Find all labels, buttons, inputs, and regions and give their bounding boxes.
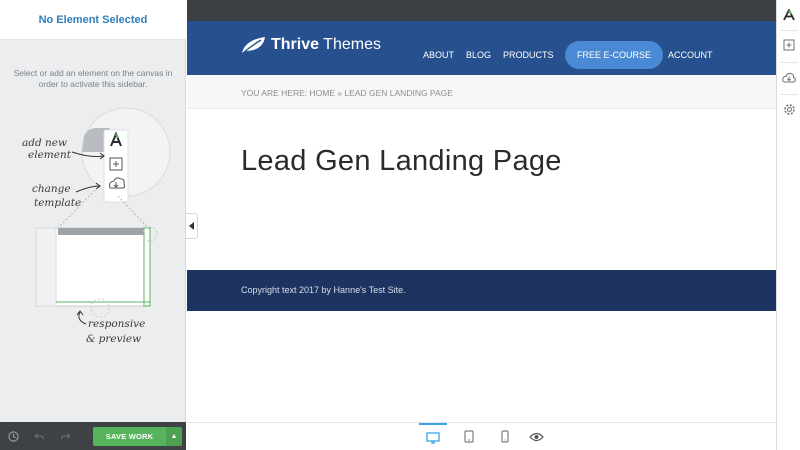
onboarding-illustration: add new element change template responsi… — [22, 107, 171, 345]
save-options-chevron-up-icon[interactable]: ▲ — [166, 427, 182, 446]
annotation-add-new: add new — [22, 137, 67, 149]
annotation-element: element — [28, 149, 72, 161]
tablet-view-button[interactable] — [455, 423, 483, 450]
preview-button[interactable] — [522, 423, 550, 450]
annotation-template: template — [34, 197, 81, 209]
undo-icon[interactable] — [26, 422, 52, 450]
nav-item-about[interactable]: ABOUT — [423, 50, 454, 60]
mobile-view-button[interactable] — [491, 423, 519, 450]
cloud-template-icon — [782, 72, 796, 82]
add-element-button[interactable] — [777, 32, 800, 58]
site-logo[interactable]: Thrive Themes — [241, 36, 381, 54]
desktop-icon — [426, 431, 440, 444]
redo-icon[interactable] — [52, 422, 78, 450]
editor-canvas[interactable]: Thrive Themes ABOUT BLOG PRODUCTS FREE E… — [187, 0, 776, 450]
nav-item-account[interactable]: ACCOUNT — [668, 50, 713, 60]
sidebar-header: No Element Selected — [0, 0, 186, 40]
mobile-icon — [501, 430, 509, 443]
save-work-button[interactable]: SAVE WORK — [93, 427, 166, 446]
thrive-architect-menu[interactable] — [777, 2, 800, 28]
thrive-architect-editor: No Element Selected Select or add an ele… — [0, 0, 800, 450]
cloud-templates-button[interactable] — [777, 64, 800, 90]
page-title[interactable]: Lead Gen Landing Page — [241, 145, 562, 178]
tablet-icon — [464, 430, 474, 443]
responsive-preview-bar — [187, 422, 776, 450]
editor-sidebar: No Element Selected Select or add an ele… — [0, 0, 186, 450]
free-ecourse-button[interactable]: FREE E-COURSE — [565, 41, 663, 69]
site-header[interactable]: Thrive Themes ABOUT BLOG PRODUCTS FREE E… — [187, 21, 776, 75]
desktop-view-button[interactable] — [419, 423, 447, 450]
breadcrumb-bar: YOU ARE HERE: HOME » LEAD GEN LANDING PA… — [187, 75, 776, 109]
canvas-top-strip — [187, 0, 776, 21]
sidebar-title: No Element Selected — [38, 13, 148, 26]
sidebar-footer: SAVE WORK ▲ — [0, 422, 186, 450]
breadcrumb[interactable]: YOU ARE HERE: HOME » LEAD GEN LANDING PA… — [241, 88, 453, 98]
sidebar-hint-text: Select or add an element on the canvas i… — [13, 68, 173, 89]
add-element-icon — [783, 39, 795, 51]
chevron-left-icon — [188, 222, 194, 230]
copyright-text[interactable]: Copyright text 2017 by Hanne's Test Site… — [241, 285, 406, 295]
site-logo-text: Thrive Themes — [271, 36, 381, 53]
annotation-responsive: responsive — [88, 318, 145, 330]
settings-button[interactable] — [777, 96, 800, 122]
annotation-preview: & preview — [86, 333, 141, 345]
settings-gear-icon — [783, 103, 795, 115]
sidebar-collapse-handle[interactable] — [186, 213, 198, 239]
leaf-icon — [242, 37, 265, 54]
right-toolbar — [776, 0, 800, 450]
thrive-architect-logo-icon — [783, 9, 795, 21]
nav-item-products[interactable]: PRODUCTS — [503, 50, 554, 60]
annotation-change: change — [32, 183, 71, 195]
site-footer[interactable]: Copyright text 2017 by Hanne's Test Site… — [187, 270, 776, 311]
history-clock-icon[interactable] — [0, 422, 26, 450]
eye-icon — [528, 432, 544, 441]
nav-item-blog[interactable]: BLOG — [466, 50, 491, 60]
